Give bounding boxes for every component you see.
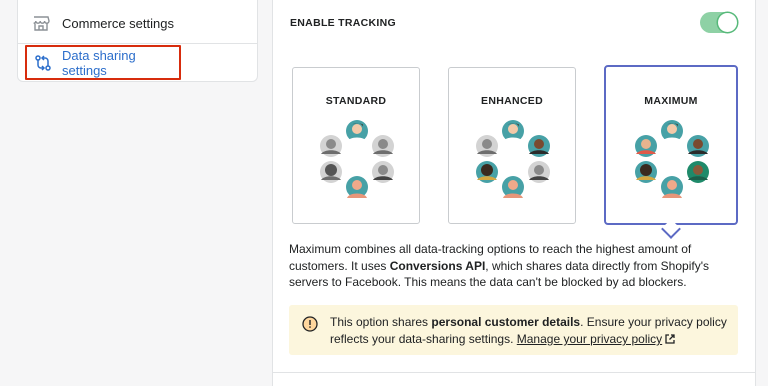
sidebar-item-commerce-settings[interactable]: Commerce settings bbox=[18, 3, 257, 43]
enable-tracking-toggle[interactable] bbox=[700, 12, 738, 33]
option-enhanced[interactable]: ENHANCED bbox=[448, 67, 576, 224]
personal-details-text: personal customer details bbox=[431, 315, 581, 329]
next-card-edge bbox=[272, 372, 756, 386]
manage-privacy-policy-link[interactable]: Manage your privacy policy bbox=[517, 332, 662, 346]
banner-text-start: This option shares bbox=[330, 315, 432, 329]
option-maximum[interactable]: MAXIMUM bbox=[604, 65, 738, 225]
enhanced-audience-icon bbox=[476, 120, 550, 198]
data-sharing-icon bbox=[34, 54, 52, 72]
privacy-warning-banner: This option shares personal customer det… bbox=[289, 305, 738, 355]
option-title: ENHANCED bbox=[481, 95, 543, 107]
option-standard[interactable]: STANDARD bbox=[292, 67, 420, 224]
sidebar-item-data-sharing-settings[interactable]: Data sharing settings bbox=[25, 45, 181, 80]
sidebar-item-label: Commerce settings bbox=[62, 15, 174, 31]
option-description: Maximum combines all data-tracking optio… bbox=[289, 241, 749, 291]
store-icon bbox=[32, 14, 50, 32]
banner-text: This option shares personal customer det… bbox=[330, 314, 730, 348]
maximum-audience-icon bbox=[635, 120, 709, 198]
conversions-api-text: Conversions API bbox=[389, 258, 486, 273]
tracking-settings-card: ENABLE TRACKING STANDARD ENHANCED MAXIMU… bbox=[272, 0, 756, 372]
warning-icon bbox=[302, 316, 318, 332]
toggle-knob bbox=[718, 13, 737, 32]
standard-audience-icon bbox=[320, 120, 394, 198]
option-title: MAXIMUM bbox=[644, 95, 698, 107]
enable-tracking-label: ENABLE TRACKING bbox=[290, 17, 396, 29]
settings-sidebar: Commerce settings Data sharing settings bbox=[17, 0, 258, 82]
sidebar-item-label: Data sharing settings bbox=[62, 47, 136, 78]
external-link-icon[interactable] bbox=[665, 334, 675, 344]
option-title: STANDARD bbox=[325, 95, 387, 107]
